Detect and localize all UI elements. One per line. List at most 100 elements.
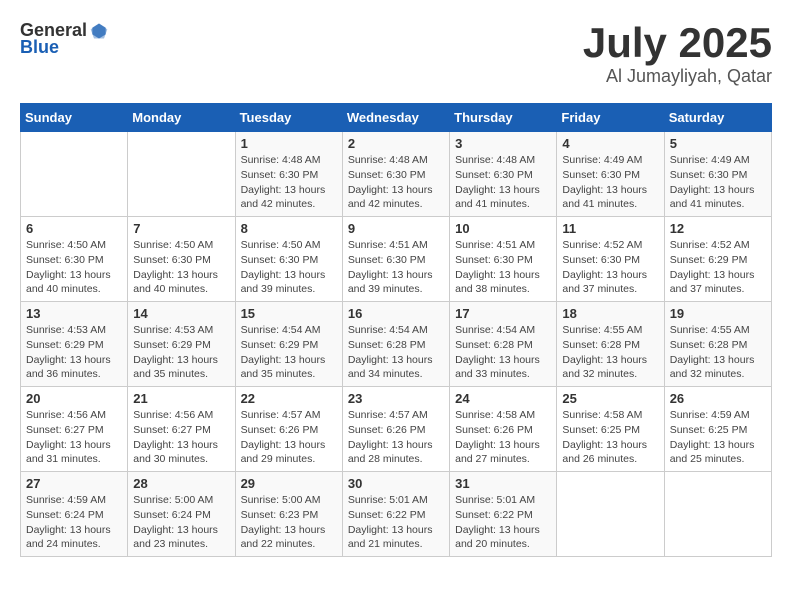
weekday-header: Tuesday: [235, 104, 342, 132]
cell-content: Sunrise: 4:52 AM Sunset: 6:30 PM Dayligh…: [562, 238, 658, 297]
cell-content: Sunrise: 4:56 AM Sunset: 6:27 PM Dayligh…: [133, 408, 229, 467]
cell-content: Sunrise: 4:51 AM Sunset: 6:30 PM Dayligh…: [455, 238, 551, 297]
cell-content: Sunrise: 4:59 AM Sunset: 6:25 PM Dayligh…: [670, 408, 766, 467]
calendar-header-row: SundayMondayTuesdayWednesdayThursdayFrid…: [21, 104, 772, 132]
day-number: 3: [455, 136, 551, 151]
cell-content: Sunrise: 4:48 AM Sunset: 6:30 PM Dayligh…: [348, 153, 444, 212]
calendar-cell: 26 Sunrise: 4:59 AM Sunset: 6:25 PM Dayli…: [664, 387, 771, 472]
day-number: 7: [133, 221, 229, 236]
cell-content: Sunrise: 4:59 AM Sunset: 6:24 PM Dayligh…: [26, 493, 122, 552]
day-number: 4: [562, 136, 658, 151]
cell-content: Sunrise: 4:50 AM Sunset: 6:30 PM Dayligh…: [133, 238, 229, 297]
day-number: 28: [133, 476, 229, 491]
calendar-cell: [21, 132, 128, 217]
day-number: 24: [455, 391, 551, 406]
day-number: 14: [133, 306, 229, 321]
title-block: July 2025 Al Jumayliyah, Qatar: [583, 20, 772, 87]
calendar-cell: 25 Sunrise: 4:58 AM Sunset: 6:25 PM Dayli…: [557, 387, 664, 472]
calendar-cell: 1 Sunrise: 4:48 AM Sunset: 6:30 PM Daylig…: [235, 132, 342, 217]
day-number: 5: [670, 136, 766, 151]
calendar-cell: 15 Sunrise: 4:54 AM Sunset: 6:29 PM Dayli…: [235, 302, 342, 387]
calendar-cell: 9 Sunrise: 4:51 AM Sunset: 6:30 PM Daylig…: [342, 217, 449, 302]
calendar-cell: 29 Sunrise: 5:00 AM Sunset: 6:23 PM Dayli…: [235, 472, 342, 557]
day-number: 19: [670, 306, 766, 321]
cell-content: Sunrise: 4:48 AM Sunset: 6:30 PM Dayligh…: [241, 153, 337, 212]
calendar-cell: 18Sunrise: 4:55 AM Sunset: 6:28 PM Dayli…: [557, 302, 664, 387]
cell-content: Sunrise: 4:54 AM Sunset: 6:28 PM Dayligh…: [348, 323, 444, 382]
weekday-header: Saturday: [664, 104, 771, 132]
calendar-cell: 17 Sunrise: 4:54 AM Sunset: 6:28 PM Dayli…: [450, 302, 557, 387]
cell-content: Sunrise: 4:54 AM Sunset: 6:29 PM Dayligh…: [241, 323, 337, 382]
day-number: 15: [241, 306, 337, 321]
calendar-table: SundayMondayTuesdayWednesdayThursdayFrid…: [20, 103, 772, 557]
cell-content: Sunrise: 4:57 AM Sunset: 6:26 PM Dayligh…: [348, 408, 444, 467]
day-number: 8: [241, 221, 337, 236]
calendar-cell: 6 Sunrise: 4:50 AM Sunset: 6:30 PM Daylig…: [21, 217, 128, 302]
day-number: 6: [26, 221, 122, 236]
day-number: 20: [26, 391, 122, 406]
day-number: 25: [562, 391, 658, 406]
day-number: 13: [26, 306, 122, 321]
cell-content: Sunrise: 4:57 AM Sunset: 6:26 PM Dayligh…: [241, 408, 337, 467]
calendar-cell: 30Sunrise: 5:01 AM Sunset: 6:22 PM Dayli…: [342, 472, 449, 557]
calendar-cell: 31 Sunrise: 5:01 AM Sunset: 6:22 PM Dayli…: [450, 472, 557, 557]
cell-content: Sunrise: 5:01 AM Sunset: 6:22 PM Dayligh…: [455, 493, 551, 552]
cell-content: Sunrise: 4:48 AM Sunset: 6:30 PM Dayligh…: [455, 153, 551, 212]
day-number: 2: [348, 136, 444, 151]
logo-blue: Blue: [20, 37, 59, 58]
calendar-week-row: 27 Sunrise: 4:59 AM Sunset: 6:24 PM Dayli…: [21, 472, 772, 557]
day-number: 1: [241, 136, 337, 151]
calendar-cell: 13Sunrise: 4:53 AM Sunset: 6:29 PM Dayli…: [21, 302, 128, 387]
calendar-week-row: 6 Sunrise: 4:50 AM Sunset: 6:30 PM Daylig…: [21, 217, 772, 302]
calendar-cell: 19 Sunrise: 4:55 AM Sunset: 6:28 PM Dayli…: [664, 302, 771, 387]
calendar-cell: 23Sunrise: 4:57 AM Sunset: 6:26 PM Dayli…: [342, 387, 449, 472]
calendar-week-row: 13 Sunrise: 4:53 AM Sunset: 6:29 PM Dayli…: [21, 302, 772, 387]
cell-content: Sunrise: 4:53 AM Sunset: 6:29 PM Dayligh…: [133, 323, 229, 382]
weekday-header: Monday: [128, 104, 235, 132]
cell-content: Sunrise: 4:54 AM Sunset: 6:28 PM Dayligh…: [455, 323, 551, 382]
calendar-cell: 5 Sunrise: 4:49 AM Sunset: 6:30 PM Daylig…: [664, 132, 771, 217]
calendar-cell: 21 Sunrise: 4:56 AM Sunset: 6:27 PM Dayli…: [128, 387, 235, 472]
day-number: 17: [455, 306, 551, 321]
day-number: 16: [348, 306, 444, 321]
day-number: 29: [241, 476, 337, 491]
cell-content: Sunrise: 4:50 AM Sunset: 6:30 PM Dayligh…: [26, 238, 122, 297]
day-number: 9: [348, 221, 444, 236]
month-title: July 2025: [583, 20, 772, 66]
calendar-cell: [557, 472, 664, 557]
weekday-header: Friday: [557, 104, 664, 132]
day-number: 30: [348, 476, 444, 491]
weekday-header: Sunday: [21, 104, 128, 132]
day-number: 12: [670, 221, 766, 236]
weekday-header: Thursday: [450, 104, 557, 132]
calendar-cell: 22 Sunrise: 4:57 AM Sunset: 6:26 PM Dayli…: [235, 387, 342, 472]
cell-content: Sunrise: 4:56 AM Sunset: 6:27 PM Dayligh…: [26, 408, 122, 467]
day-number: 26: [670, 391, 766, 406]
cell-content: Sunrise: 4:49 AM Sunset: 6:30 PM Dayligh…: [562, 153, 658, 212]
cell-content: Sunrise: 4:49 AM Sunset: 6:30 PM Dayligh…: [670, 153, 766, 212]
calendar-cell: 16 Sunrise: 4:54 AM Sunset: 6:28 PM Dayli…: [342, 302, 449, 387]
cell-content: Sunrise: 4:58 AM Sunset: 6:25 PM Dayligh…: [562, 408, 658, 467]
logo-icon: [89, 21, 109, 41]
calendar-cell: [128, 132, 235, 217]
calendar-cell: 27 Sunrise: 4:59 AM Sunset: 6:24 PM Dayli…: [21, 472, 128, 557]
calendar-cell: 3 Sunrise: 4:48 AM Sunset: 6:30 PM Daylig…: [450, 132, 557, 217]
cell-content: Sunrise: 4:51 AM Sunset: 6:30 PM Dayligh…: [348, 238, 444, 297]
calendar-cell: 24Sunrise: 4:58 AM Sunset: 6:26 PM Dayli…: [450, 387, 557, 472]
logo: General Blue: [20, 20, 109, 58]
day-number: 21: [133, 391, 229, 406]
calendar-week-row: 20 Sunrise: 4:56 AM Sunset: 6:27 PM Dayli…: [21, 387, 772, 472]
day-number: 31: [455, 476, 551, 491]
day-number: 22: [241, 391, 337, 406]
cell-content: Sunrise: 4:50 AM Sunset: 6:30 PM Dayligh…: [241, 238, 337, 297]
calendar-week-row: 1 Sunrise: 4:48 AM Sunset: 6:30 PM Daylig…: [21, 132, 772, 217]
calendar-cell: 10Sunrise: 4:51 AM Sunset: 6:30 PM Dayli…: [450, 217, 557, 302]
calendar-cell: 2 Sunrise: 4:48 AM Sunset: 6:30 PM Daylig…: [342, 132, 449, 217]
calendar-cell: [664, 472, 771, 557]
page-header: General Blue July 2025 Al Jumayliyah, Qa…: [20, 20, 772, 87]
cell-content: Sunrise: 4:55 AM Sunset: 6:28 PM Dayligh…: [670, 323, 766, 382]
calendar-cell: 11Sunrise: 4:52 AM Sunset: 6:30 PM Dayli…: [557, 217, 664, 302]
cell-content: Sunrise: 5:00 AM Sunset: 6:23 PM Dayligh…: [241, 493, 337, 552]
day-number: 27: [26, 476, 122, 491]
calendar-cell: 8 Sunrise: 4:50 AM Sunset: 6:30 PM Daylig…: [235, 217, 342, 302]
